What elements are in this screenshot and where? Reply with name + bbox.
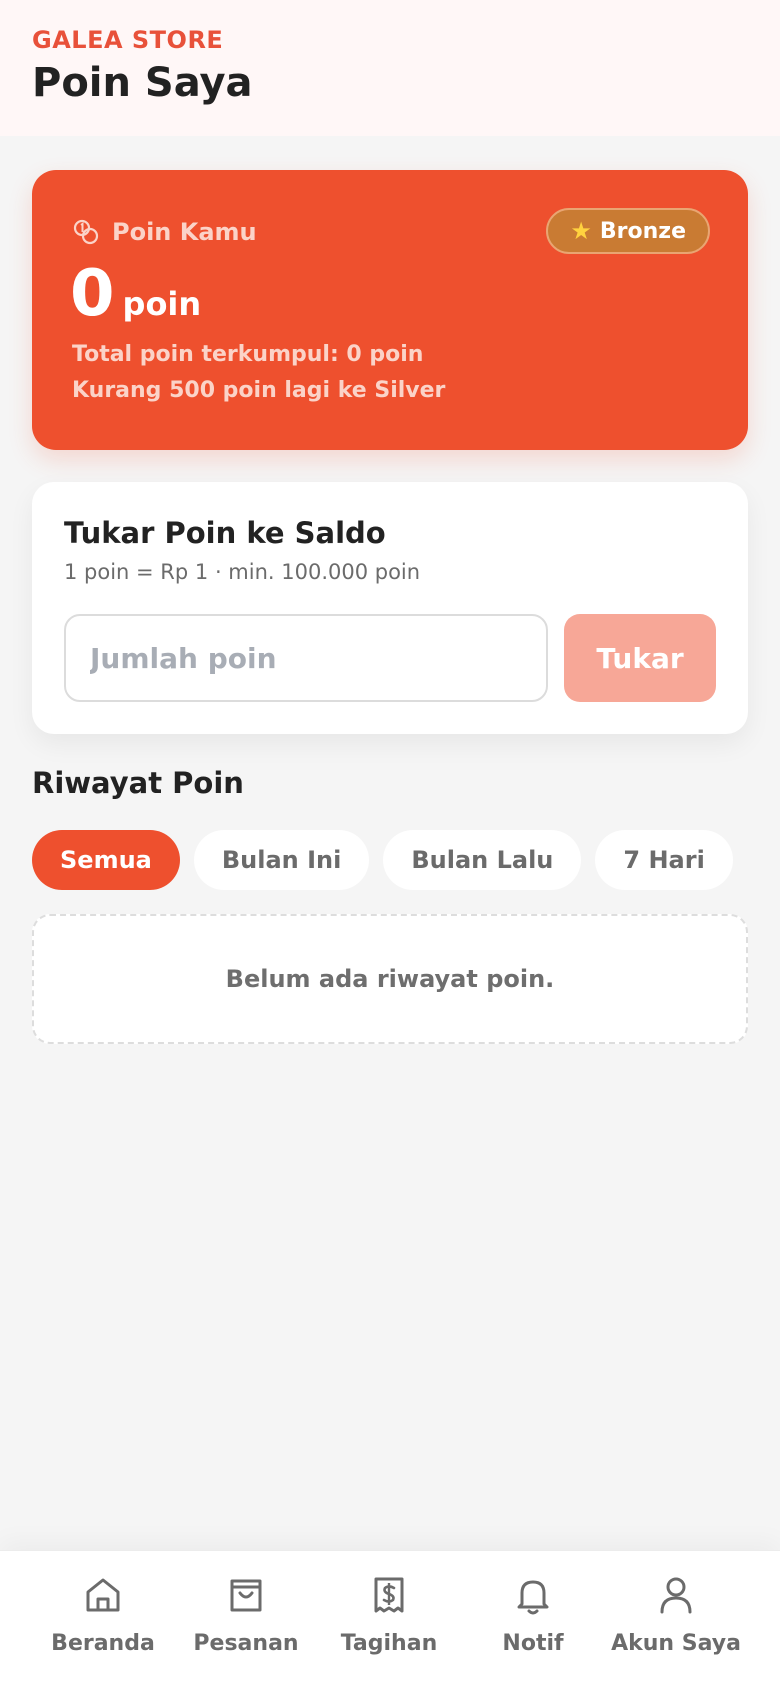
tier-label: Bronze	[599, 218, 686, 244]
exchange-button[interactable]: Tukar	[564, 614, 716, 702]
nav-label: Notif	[502, 1631, 564, 1656]
history-filters: Semua Bulan Ini Bulan Lalu 7 Hari	[32, 830, 733, 890]
points-page: GALEA STORE Poin Saya Poin Kamu ★ Bronze…	[0, 0, 780, 1688]
nav-label: Pesanan	[193, 1631, 299, 1656]
points-amount-input[interactable]	[64, 614, 548, 702]
exchange-title: Tukar Poin ke Saldo	[64, 516, 386, 550]
history-empty-state: Belum ada riwayat poin.	[32, 914, 748, 1044]
nav-label: Beranda	[51, 1631, 155, 1656]
history-title: Riwayat Poin	[32, 766, 244, 800]
points-label: Poin Kamu	[112, 218, 257, 246]
nav-item-home[interactable]: Beranda	[28, 1573, 178, 1656]
exchange-rate-text: 1 poin = Rp 1 · min. 100.000 poin	[64, 560, 421, 584]
home-icon	[86, 1578, 120, 1612]
bell-icon	[517, 1580, 549, 1615]
filter-chip-all[interactable]: Semua	[32, 830, 180, 890]
filter-chip-7-days[interactable]: 7 Hari	[595, 830, 733, 890]
points-unit: poin	[122, 285, 202, 323]
points-value: 0	[70, 257, 115, 331]
page-header: GALEA STORE Poin Saya	[0, 0, 780, 136]
coins-icon	[73, 219, 99, 245]
nav-label: Akun Saya	[611, 1631, 741, 1656]
points-card: Poin Kamu ★ Bronze 0 poin Total poin ter…	[32, 170, 748, 450]
brand-name: GALEA STORE	[32, 26, 224, 54]
next-tier-text: Kurang 500 poin lagi ke Silver	[72, 378, 446, 403]
nav-item-notifications[interactable]: Notif	[458, 1573, 608, 1656]
exchange-card: Tukar Poin ke Saldo 1 poin = Rp 1 · min.…	[32, 482, 748, 734]
nav-item-orders[interactable]: Pesanan	[171, 1573, 321, 1656]
total-points-text: Total poin terkumpul: 0 poin	[72, 342, 424, 367]
shopping-bag-icon	[230, 1579, 262, 1612]
nav-label: Tagihan	[340, 1631, 438, 1656]
points-card-header: Poin Kamu	[72, 216, 257, 248]
nav-item-bills[interactable]: Tagihan	[314, 1573, 464, 1656]
empty-state-text: Belum ada riwayat poin.	[225, 965, 555, 993]
user-icon	[660, 1577, 692, 1614]
receipt-icon	[374, 1577, 404, 1613]
points-value-row: 0 poin	[70, 262, 201, 326]
page-title: Poin Saya	[32, 60, 253, 106]
filter-chip-last-month[interactable]: Bulan Lalu	[383, 830, 582, 890]
nav-item-account[interactable]: Akun Saya	[601, 1573, 751, 1656]
tier-badge: ★ Bronze	[546, 208, 710, 254]
filter-chip-this-month[interactable]: Bulan Ini	[193, 830, 370, 890]
star-icon: ★	[570, 217, 592, 245]
bottom-nav: Beranda Pesanan Tagihan Notif Akun Saya	[0, 1550, 780, 1688]
